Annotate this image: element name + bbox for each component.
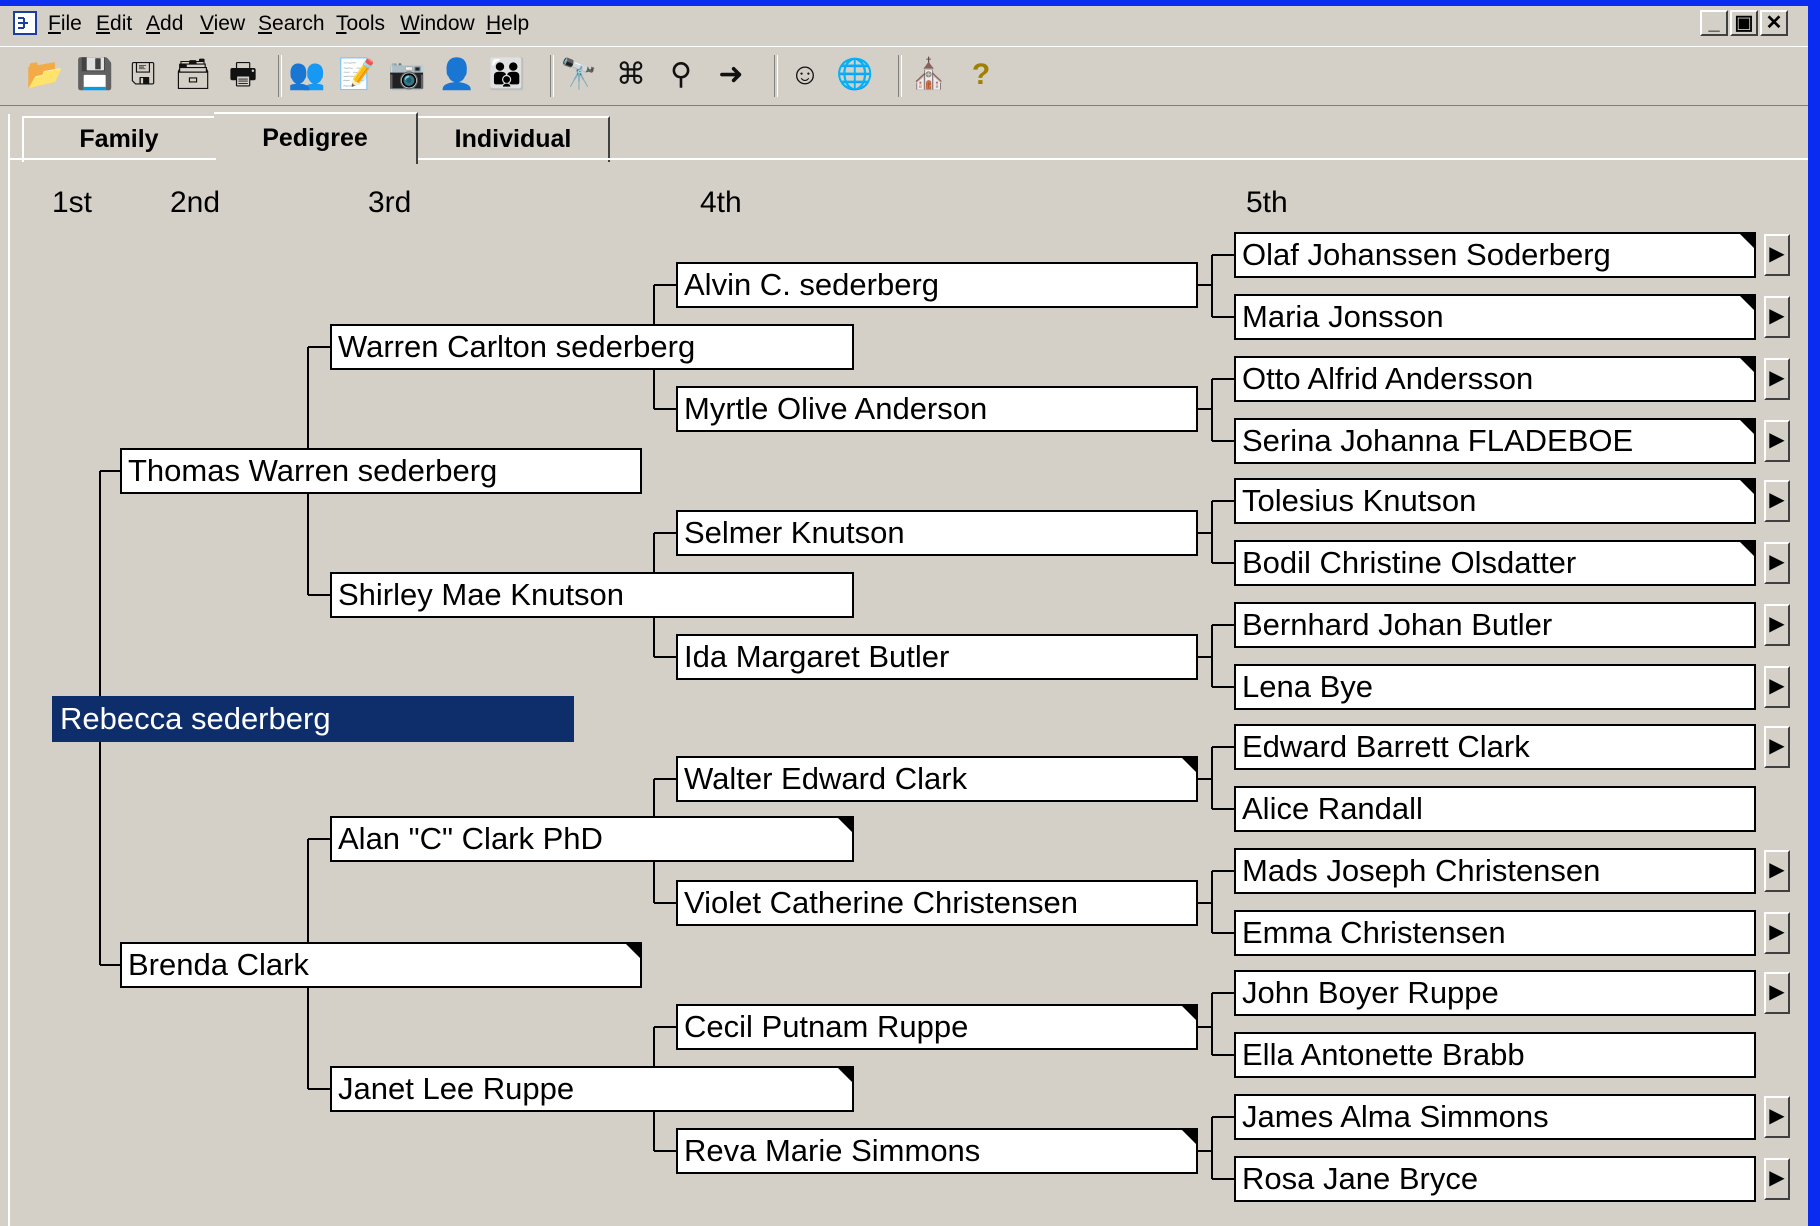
ancestor-box[interactable]: Emma Christensen — [1234, 910, 1756, 956]
person-name: Lena Bye — [1242, 669, 1373, 704]
ancestor-box[interactable]: Bodil Christine Olsdatter — [1234, 540, 1756, 586]
expand-ancestors-arrow[interactable]: ▶ — [1764, 420, 1790, 462]
more-info-marker — [836, 818, 852, 834]
ancestor-box[interactable]: Reva Marie Simmons — [676, 1128, 1198, 1174]
more-info-marker — [1738, 420, 1754, 436]
person-name: Selmer Knutson — [684, 515, 905, 550]
more-info-marker — [1180, 1006, 1196, 1022]
ancestor-box[interactable]: Myrtle Olive Anderson — [676, 386, 1198, 432]
person-name: Ida Margaret Butler — [684, 639, 950, 674]
person-name: Maria Jonsson — [1242, 299, 1444, 334]
person-name: Rosa Jane Bryce — [1242, 1161, 1479, 1196]
ancestor-box[interactable]: Janet Lee Ruppe — [330, 1066, 854, 1112]
person-name: Reva Marie Simmons — [684, 1133, 981, 1168]
person-name: Edward Barrett Clark — [1242, 729, 1530, 764]
ancestor-box[interactable]: Lena Bye — [1234, 664, 1756, 710]
expand-ancestors-arrow[interactable]: ▶ — [1764, 604, 1790, 646]
ancestor-box[interactable]: Walter Edward Clark — [676, 756, 1198, 802]
more-info-marker — [1738, 480, 1754, 496]
ancestor-box[interactable]: Warren Carlton sederberg — [330, 324, 854, 370]
expand-ancestors-arrow[interactable]: ▶ — [1764, 972, 1790, 1014]
person-name: Otto Alfrid Andersson — [1242, 361, 1534, 396]
person-name: Ella Antonette Brabb — [1242, 1037, 1525, 1072]
ancestor-box[interactable]: Edward Barrett Clark — [1234, 724, 1756, 770]
more-info-marker — [1180, 1130, 1196, 1146]
person-name: Alice Randall — [1242, 791, 1423, 826]
expand-ancestors-arrow[interactable]: ▶ — [1764, 296, 1790, 338]
expand-ancestors-arrow[interactable]: ▶ — [1764, 1158, 1790, 1200]
more-info-marker — [1738, 542, 1754, 558]
ancestor-box[interactable]: Alvin C. sederberg — [676, 262, 1198, 308]
person-name: Walter Edward Clark — [684, 761, 968, 796]
person-name: Alan "C" Clark PhD — [338, 821, 603, 856]
person-name: Cecil Putnam Ruppe — [684, 1009, 969, 1044]
person-name: Myrtle Olive Anderson — [684, 391, 988, 426]
ancestor-box[interactable]: Ella Antonette Brabb — [1234, 1032, 1756, 1078]
more-info-marker — [836, 1068, 852, 1084]
person-name: Emma Christensen — [1242, 915, 1506, 950]
person-name: Warren Carlton sederberg — [338, 329, 696, 364]
person-name: Serina Johanna FLADEBOE — [1242, 423, 1634, 458]
ancestor-box[interactable]: Thomas Warren sederberg — [120, 448, 642, 494]
more-info-marker — [1738, 296, 1754, 312]
more-info-marker — [1180, 758, 1196, 774]
more-info-marker — [624, 944, 640, 960]
person-name: Rebecca sederberg — [60, 701, 331, 736]
person-name: Tolesius Knutson — [1242, 483, 1477, 518]
ancestor-box[interactable]: Serina Johanna FLADEBOE — [1234, 418, 1756, 464]
application-window: File Edit Add View Search Tools Window H… — [0, 6, 1808, 1226]
person-name: Janet Lee Ruppe — [338, 1071, 575, 1106]
ancestor-box[interactable]: Cecil Putnam Ruppe — [676, 1004, 1198, 1050]
ancestor-box[interactable]: Bernhard Johan Butler — [1234, 602, 1756, 648]
person-name: Brenda Clark — [128, 947, 309, 982]
person-name: Bodil Christine Olsdatter — [1242, 545, 1577, 580]
expand-ancestors-arrow[interactable]: ▶ — [1764, 912, 1790, 954]
ancestor-box[interactable]: Alice Randall — [1234, 786, 1756, 832]
more-info-marker — [1738, 234, 1754, 250]
person-name: Olaf Johanssen Soderberg — [1242, 237, 1611, 272]
expand-ancestors-arrow[interactable]: ▶ — [1764, 542, 1790, 584]
expand-ancestors-arrow[interactable]: ▶ — [1764, 234, 1790, 276]
person-name: Alvin C. sederberg — [684, 267, 940, 302]
ancestor-box[interactable]: Shirley Mae Knutson — [330, 572, 854, 618]
ancestor-box[interactable]: Brenda Clark — [120, 942, 642, 988]
person-name: Thomas Warren sederberg — [128, 453, 498, 488]
expand-ancestors-arrow[interactable]: ▶ — [1764, 666, 1790, 708]
ancestor-box[interactable]: Ida Margaret Butler — [676, 634, 1198, 680]
ancestor-box[interactable]: Violet Catherine Christensen — [676, 880, 1198, 926]
more-info-marker — [1738, 358, 1754, 374]
person-name: John Boyer Ruppe — [1242, 975, 1499, 1010]
ancestor-box[interactable]: Rosa Jane Bryce — [1234, 1156, 1756, 1202]
selected-person-box[interactable]: Rebecca sederberg — [52, 696, 574, 742]
person-name: Mads Joseph Christensen — [1242, 853, 1601, 888]
ancestor-box[interactable]: Maria Jonsson — [1234, 294, 1756, 340]
ancestor-box[interactable]: Olaf Johanssen Soderberg — [1234, 232, 1756, 278]
person-name: James Alma Simmons — [1242, 1099, 1549, 1134]
expand-ancestors-arrow[interactable]: ▶ — [1764, 480, 1790, 522]
ancestor-box[interactable]: Mads Joseph Christensen — [1234, 848, 1756, 894]
ancestor-box[interactable]: Alan "C" Clark PhD — [330, 816, 854, 862]
ancestor-box[interactable]: Otto Alfrid Andersson — [1234, 356, 1756, 402]
expand-ancestors-arrow[interactable]: ▶ — [1764, 358, 1790, 400]
person-name: Bernhard Johan Butler — [1242, 607, 1553, 642]
person-name: Shirley Mae Knutson — [338, 577, 625, 612]
ancestor-box[interactable]: John Boyer Ruppe — [1234, 970, 1756, 1016]
ancestor-box[interactable]: Tolesius Knutson — [1234, 478, 1756, 524]
expand-ancestors-arrow[interactable]: ▶ — [1764, 1096, 1790, 1138]
person-name: Violet Catherine Christensen — [684, 885, 1079, 920]
expand-ancestors-arrow[interactable]: ▶ — [1764, 850, 1790, 892]
ancestor-box[interactable]: Selmer Knutson — [676, 510, 1198, 556]
expand-ancestors-arrow[interactable]: ▶ — [1764, 726, 1790, 768]
ancestor-box[interactable]: James Alma Simmons — [1234, 1094, 1756, 1140]
